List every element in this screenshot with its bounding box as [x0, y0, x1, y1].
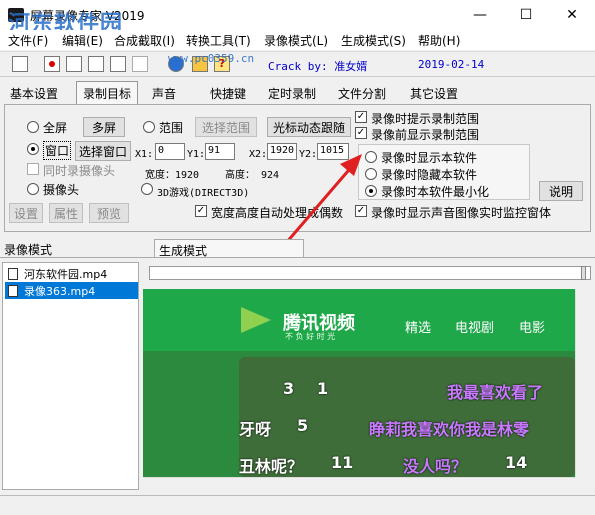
- list-item[interactable]: 录像363.mp4: [5, 282, 138, 299]
- show-range-label: 录像前显示录制范围: [371, 128, 480, 142]
- file-name: 河东软件园.mp4: [24, 267, 108, 281]
- maximize-button[interactable]: ☐: [503, 0, 549, 30]
- tab-other[interactable]: 其它设置: [404, 82, 465, 103]
- file-icon: [8, 267, 18, 280]
- x2-label: X2:: [249, 149, 268, 160]
- radio-fullscreen[interactable]: [27, 121, 39, 133]
- monitor-label: 录像时显示声音图像实时监控窗体: [371, 206, 552, 220]
- preview-button[interactable]: 预览: [89, 203, 129, 223]
- multiscreen-button[interactable]: 多屏: [83, 117, 125, 137]
- play-icon[interactable]: [110, 56, 126, 72]
- tencent-header: [143, 289, 575, 351]
- danmu-text: 睁莉我喜欢你我是林零: [369, 420, 530, 439]
- select-range-button[interactable]: 选择范围: [195, 117, 257, 137]
- close-button[interactable]: ✕: [549, 0, 595, 30]
- menu-bar: 文件(F) 编辑(E) 合成截取(I) 转换工具(T) 录像模式(L) 生成模式…: [0, 30, 595, 50]
- menu-gen-mode[interactable]: 生成模式(S): [341, 32, 406, 49]
- props-button[interactable]: 属性: [49, 203, 83, 223]
- follow-cursor-button[interactable]: 光标动态跟随: [267, 117, 351, 137]
- visibility-group: 录像时显示本软件 录像时隐藏本软件 录像时本软件最小化: [358, 144, 530, 200]
- nav-movie: 电影: [519, 321, 546, 336]
- crack-text: Crack by: 准女婿: [268, 60, 368, 73]
- vertical-scrollbar[interactable]: [575, 289, 591, 477]
- tab-sound[interactable]: 声音: [146, 82, 183, 103]
- width-text: 宽度：1920: [145, 170, 200, 181]
- file-icon: [8, 284, 18, 297]
- danmu-count: 3: [283, 379, 295, 398]
- danmu-text: 没人吗？: [403, 457, 468, 476]
- horizontal-scrollbar[interactable]: [143, 477, 575, 491]
- radio-camera[interactable]: [27, 183, 39, 195]
- danmu-pre: 丑林呢？: [239, 457, 304, 476]
- menu-convert[interactable]: 转换工具(T): [186, 32, 251, 49]
- y1-input[interactable]: 91: [205, 143, 235, 160]
- list-item[interactable]: 河东软件园.mp4: [5, 265, 138, 282]
- prompt-range-label: 录像时提示录制范围: [371, 112, 480, 126]
- settings-button[interactable]: 设置: [9, 203, 43, 223]
- tab-record-target[interactable]: 录制目标: [76, 81, 139, 104]
- danmu-count: 5: [297, 416, 309, 435]
- explain-button[interactable]: 说明: [539, 181, 583, 201]
- range-label: 范围: [159, 121, 184, 135]
- sim-camera-label: 同时录摄像头: [43, 164, 116, 178]
- auto-even-checkbox[interactable]: ✓: [195, 205, 207, 217]
- camera-label: 摄像头: [43, 183, 80, 197]
- status-bar: [0, 495, 595, 515]
- select-window-button[interactable]: 选择窗口: [75, 141, 131, 161]
- divider: [0, 257, 595, 258]
- x1-input[interactable]: 0: [155, 143, 185, 160]
- tab-hotkey[interactable]: 快捷键: [204, 82, 253, 103]
- menu-edit[interactable]: 编辑(E): [62, 32, 103, 49]
- video-preview: 腾讯视频 不 负 好 时 光 精选 电视剧 电影 3 1 我最喜欢看了 牙呀 5…: [143, 289, 575, 477]
- tab-split[interactable]: 文件分割: [332, 82, 393, 103]
- radio-range[interactable]: [143, 121, 155, 133]
- nav-featured: 精选: [405, 321, 432, 336]
- radio-window[interactable]: [27, 143, 39, 155]
- radio-3d-game[interactable]: [141, 183, 153, 195]
- danmu-like-count: 1: [317, 379, 329, 398]
- show-range-checkbox[interactable]: ✓: [355, 127, 367, 139]
- game3d-label: 3D游戏(DIRECT3D): [157, 188, 250, 199]
- menu-compose[interactable]: 合成截取(I): [114, 32, 175, 49]
- record-mode-tab[interactable]: 录像模式: [4, 241, 52, 257]
- tab-timer[interactable]: 定时录制: [262, 82, 323, 103]
- file-name: 录像363.mp4: [24, 284, 96, 298]
- window-label: 窗口: [43, 141, 72, 160]
- new-icon[interactable]: [12, 56, 28, 72]
- watermark-url: www.pc0359.cn: [168, 52, 255, 65]
- danmu-text: 我最喜欢看了: [447, 383, 544, 402]
- menu-record-mode[interactable]: 录像模式(L): [264, 32, 328, 49]
- pause-icon[interactable]: [88, 56, 104, 72]
- danmu-count: 14: [505, 453, 528, 472]
- show-self-label: 录像时显示本软件: [381, 151, 478, 165]
- hide-self-label: 录像时隐藏本软件: [381, 168, 478, 182]
- gen-mode-tab[interactable]: 生成模式: [154, 239, 304, 258]
- stop-icon[interactable]: [66, 56, 82, 72]
- danmu-pre: 牙呀: [239, 420, 272, 439]
- prompt-range-checkbox[interactable]: ✓: [355, 111, 367, 123]
- minimize-button[interactable]: —: [457, 0, 503, 30]
- toolbar: ? Crack by: 准女婿 2019-02-14: [0, 51, 595, 77]
- date-text: 2019-02-14: [418, 58, 485, 71]
- danmu-count: 11: [331, 453, 354, 472]
- x1-label: X1:: [135, 149, 154, 160]
- settings-tabs: 基本设置 录制目标 声音 快捷键 定时录制 文件分割 其它设置: [4, 81, 474, 104]
- tool-icon[interactable]: [132, 56, 148, 72]
- record-icon[interactable]: [44, 56, 60, 72]
- file-list: 河东软件园.mp4 录像363.mp4: [2, 262, 139, 490]
- slider-thumb[interactable]: [581, 266, 586, 280]
- sim-camera-checkbox[interactable]: [27, 163, 39, 175]
- tab-basic[interactable]: 基本设置: [4, 82, 65, 103]
- minimize-self-label: 录像时本软件最小化: [381, 185, 490, 199]
- menu-file[interactable]: 文件(F): [8, 32, 48, 49]
- tencent-slogan: 不 负 好 时 光: [285, 332, 336, 341]
- y1-label: Y1:: [187, 149, 206, 160]
- nav-tv: 电视剧: [455, 321, 495, 336]
- progress-slider[interactable]: [149, 266, 591, 280]
- fullscreen-label: 全屏: [43, 121, 68, 135]
- menu-help[interactable]: 帮助(H): [418, 32, 460, 49]
